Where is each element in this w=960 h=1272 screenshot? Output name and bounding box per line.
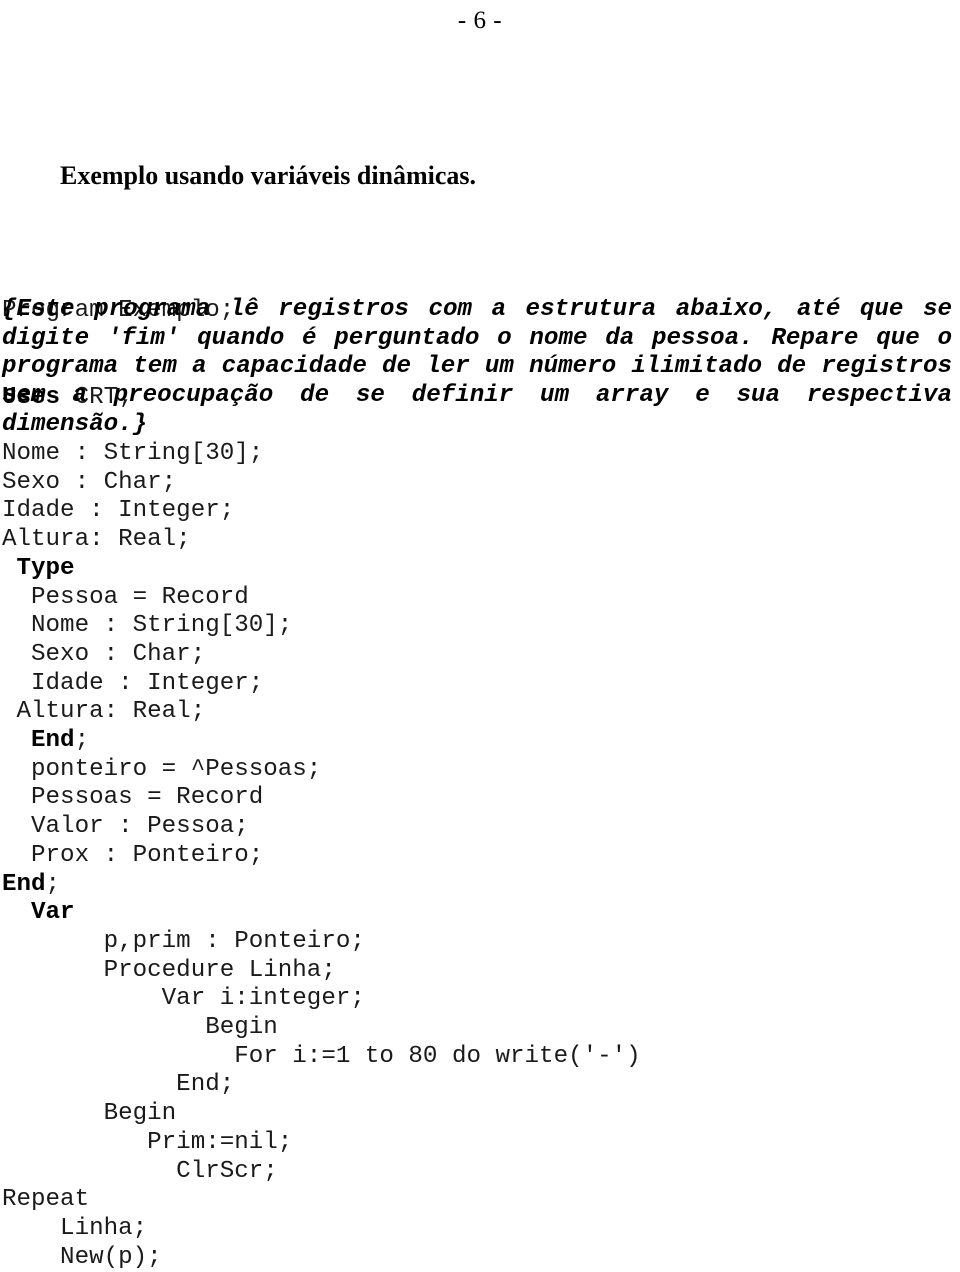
code-line: Linha; xyxy=(2,1214,148,1242)
source-comment-block: {Este programa lê registros com a estrut… xyxy=(2,296,952,438)
code-text: ; xyxy=(74,727,90,755)
code-line: Repeat xyxy=(2,1186,90,1214)
code-line: p,prim : Ponteiro; xyxy=(2,927,365,955)
code-line: Sexo : Char; xyxy=(2,468,177,496)
code-listing-body: Nome : String[30]; Sexo : Char; Idade : In… xyxy=(2,440,958,1272)
page-number: - 6 - xyxy=(457,7,503,34)
code-line: End; xyxy=(2,871,958,900)
code-keyword: Var xyxy=(31,899,75,927)
code-line: Type xyxy=(2,555,958,584)
code-line: ponteiro = ^Pessoas; xyxy=(2,755,322,783)
code-line: Begin xyxy=(2,1014,278,1042)
code-line: Nome : String[30]; xyxy=(2,440,264,467)
document-page: - 6 - Exemplo usando variáveis dinâmicas… xyxy=(0,0,960,1271)
code-line: Altura: Real; xyxy=(2,526,191,554)
code-line: Prim:=nil; xyxy=(2,1128,293,1156)
code-line: New(p); xyxy=(2,1243,162,1271)
code-line: Idade : Integer; xyxy=(2,497,235,525)
code-line: Valor : Pessoa; xyxy=(2,813,249,841)
code-keyword: Type xyxy=(16,554,75,582)
code-line: Var xyxy=(2,899,958,928)
code-line: Sexo : Char; xyxy=(2,640,206,668)
code-keyword: End xyxy=(2,870,46,898)
code-line: Nome : String[30]; xyxy=(2,612,293,640)
code-keyword: End xyxy=(31,727,75,755)
code-line: Begin xyxy=(2,1100,177,1128)
code-line: Procedure Linha; xyxy=(2,956,336,984)
page-title: Exemplo usando variáveis dinâmicas. xyxy=(60,161,477,190)
code-line: Prox : Ponteiro; xyxy=(2,841,264,869)
code-line: Var i:integer; xyxy=(2,985,365,1013)
code-line: Pessoas = Record xyxy=(2,784,264,812)
code-text: ; xyxy=(45,870,61,898)
code-line: Pessoa = Record xyxy=(2,583,249,611)
code-line: End; xyxy=(2,1071,235,1099)
code-line: For i:=1 to 80 do write('-') xyxy=(2,1042,641,1070)
code-line: Idade : Integer; xyxy=(2,669,264,697)
code-line: ClrScr; xyxy=(2,1157,278,1185)
code-line: Altura: Real; xyxy=(2,698,206,726)
code-line: End; xyxy=(2,727,958,756)
